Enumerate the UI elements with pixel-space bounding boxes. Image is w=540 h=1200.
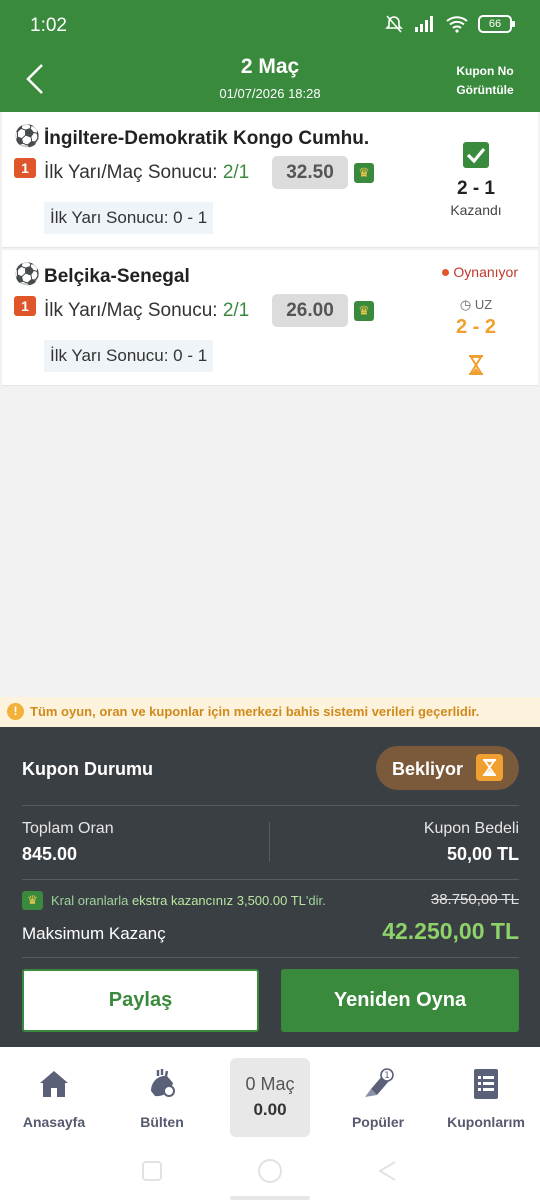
info-warning: ! Tüm oyun, oran ve kuponlar için merkez… xyxy=(0,697,540,727)
nav-home-label: Anasayfa xyxy=(22,1114,86,1130)
half-time-result: İlk Yarı Sonucu: 0 - 1 xyxy=(44,202,214,234)
svg-text:1: 1 xyxy=(384,1071,390,1081)
divider xyxy=(269,822,270,862)
nav-home[interactable]: Anasayfa xyxy=(0,1067,108,1130)
clock-icon: ◷ xyxy=(459,297,475,312)
match-period: ◷ UZ xyxy=(426,297,526,313)
coupon-match-count: 0 Maç xyxy=(245,1074,295,1094)
crown-icon: ♛ xyxy=(22,891,43,910)
coupon-no-view-label: Görüntüle xyxy=(456,83,514,97)
coupon-summary-panel: Kupon Durumu Bekliyor Toplam Oran 845.00… xyxy=(0,727,540,1047)
bet-selection: 2/1 xyxy=(222,300,250,321)
live-label: Oynanıyor xyxy=(453,264,518,280)
live-dot-icon xyxy=(442,268,450,276)
match-score: 2 - 1 xyxy=(456,178,496,199)
mute-bell-icon xyxy=(385,15,403,33)
status-time: 1:02 xyxy=(30,15,67,36)
max-win-value: 42.250,00 TL xyxy=(382,918,519,944)
hourglass-icon xyxy=(469,355,483,375)
bet-selection: 2/1 xyxy=(222,162,250,183)
coupon-box-reflection xyxy=(230,1196,310,1200)
crown-icon: ♛ xyxy=(354,301,374,321)
system-nav-bar xyxy=(142,1159,396,1200)
check-icon xyxy=(463,142,489,168)
bet-line: İlk Yarı/Maç Sonucu: 2/1 xyxy=(44,162,249,184)
extra-amount: ekstra kazancınız 3,500.00 TL xyxy=(131,893,306,908)
top-bar: 1:02 66 2 Maç 01/07/2026 18:28 Kupon No … xyxy=(0,0,540,112)
half-time-result: İlk Yarı Sonucu: 0 - 1 xyxy=(44,340,214,372)
divider xyxy=(22,805,519,806)
odd-value: 32.50 xyxy=(272,156,348,189)
share-button[interactable]: Paylaş xyxy=(22,969,259,1032)
coupon-status-title: Kupon Durumu xyxy=(22,759,153,779)
extra-prefix: Kral oranlarla xyxy=(51,893,129,908)
coupon-no-label: Kupon No xyxy=(456,64,514,78)
total-odds-value: 845.00 xyxy=(22,844,78,864)
nav-bulletin-label: Bülten xyxy=(140,1114,184,1130)
signal-icon xyxy=(415,16,433,32)
stake-value: 50,00 TL xyxy=(446,844,519,864)
odd-value: 26.00 xyxy=(272,294,348,327)
home-icon xyxy=(40,1071,68,1097)
max-win-label: Maksimum Kazanç xyxy=(22,924,166,943)
bet-label: İlk Yarı/Maç Sonucu: xyxy=(44,162,218,183)
warning-icon: ! xyxy=(7,703,24,720)
recent-apps-icon[interactable] xyxy=(142,1161,162,1181)
nav-coupons-label: Kuponlarım xyxy=(447,1114,525,1130)
divider xyxy=(22,879,519,880)
period-label: UZ xyxy=(474,297,493,312)
view-coupon-no-button[interactable]: Kupon No Görüntüle xyxy=(450,62,520,100)
match-name: İngiltere-Demokratik Kongo Cumhu. xyxy=(44,128,370,149)
match-index-badge: 1 xyxy=(14,158,36,178)
soccer-ball-icon: ⚽ xyxy=(14,263,41,286)
bulletin-icon xyxy=(151,1069,175,1097)
home-system-icon[interactable] xyxy=(258,1159,282,1183)
extra-suffix: 'dir. xyxy=(305,893,326,908)
bottom-nav: Anasayfa Bülten 0 Maç 0.00 1 Popüler Kup… xyxy=(0,1047,540,1200)
replay-button[interactable]: Yeniden Oyna xyxy=(281,969,519,1032)
warning-text: Tüm oyun, oran ve kuponlar için merkezi … xyxy=(30,704,480,719)
popular-icon: 1 xyxy=(365,1068,394,1097)
coupon-basket[interactable]: 0 Maç 0.00 xyxy=(230,1058,310,1137)
crown-icon: ♛ xyxy=(354,163,374,183)
divider xyxy=(22,957,519,958)
coupon-status-label: Bekliyor xyxy=(392,759,464,779)
nav-popular-label: Popüler xyxy=(351,1114,405,1130)
old-max-win: 38.750,00 TL xyxy=(430,891,519,908)
bet-label: İlk Yarı/Maç Sonucu: xyxy=(44,300,218,321)
match-result-status: Kazandı xyxy=(450,202,502,218)
match-score: 2 - 2 xyxy=(455,316,497,338)
total-odds-label: Toplam Oran xyxy=(22,820,114,837)
nav-popular[interactable]: 1 Popüler xyxy=(324,1067,432,1130)
soccer-ball-icon: ⚽ xyxy=(14,125,41,148)
coupon-total: 0.00 xyxy=(253,1100,287,1119)
match-name: Belçika-Senegal xyxy=(44,266,190,287)
match-index-badge: 1 xyxy=(14,296,36,316)
status-icons: 66 xyxy=(384,14,515,34)
extra-text: Kral oranlarla ekstra kazancınız 3,500.0… xyxy=(51,893,326,908)
status-bar: 1:02 66 xyxy=(0,0,540,50)
hourglass-icon xyxy=(476,754,503,781)
coupon-status-badge: Bekliyor xyxy=(376,746,519,790)
stake-label: Kupon Bedeli xyxy=(423,820,519,837)
coupons-icon xyxy=(474,1069,498,1099)
nav-bulletin[interactable]: Bülten xyxy=(108,1067,216,1130)
wifi-icon xyxy=(446,16,468,33)
bet-line: İlk Yarı/Maç Sonucu: 2/1 xyxy=(44,300,249,322)
battery-icon: 66 xyxy=(478,15,515,33)
back-system-icon[interactable] xyxy=(378,1161,396,1181)
king-odds-extra: ♛ Kral oranlarla ekstra kazancınız 3,500… xyxy=(22,891,326,910)
live-status: Oynanıyor xyxy=(442,264,518,280)
nav-coupons[interactable]: Kuponlarım xyxy=(432,1067,540,1130)
